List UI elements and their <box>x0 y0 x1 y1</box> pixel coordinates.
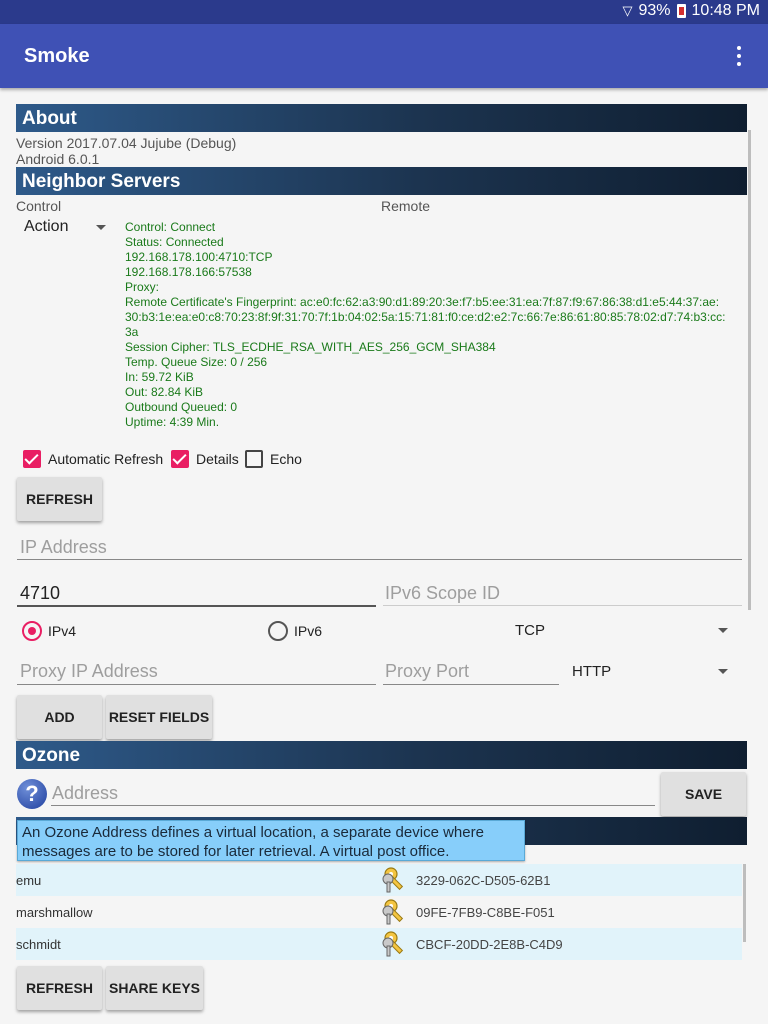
port-input[interactable]: 4710 <box>20 583 60 604</box>
ozone-refresh-button[interactable]: REFRESH <box>17 966 102 1010</box>
automatic-refresh-label: Automatic Refresh <box>48 451 164 467</box>
ipv6-radio[interactable] <box>268 621 288 641</box>
ozone-tooltip: An Ozone Address defines a virtual locat… <box>17 820 525 861</box>
detail-line: 30:b3:1e:ea:e0:c8:70:23:8f:9f:31:70:7f:1… <box>125 310 726 324</box>
chevron-down-icon <box>96 225 106 230</box>
android-version-text: Android 6.0.1 <box>16 151 100 167</box>
transport-value: TCP <box>515 622 545 639</box>
detail-line: Outbound Queued: 0 <box>125 400 238 414</box>
ozone-name: marshmallow <box>16 905 93 920</box>
list-item[interactable]: emu 3229-062C-D505-62B1 <box>16 864 742 896</box>
proxy-port-underline <box>383 684 559 685</box>
app-bar: Smoke <box>0 24 768 88</box>
ozone-key: 09FE-7FB9-C8BE-F051 <box>416 905 555 920</box>
reset-fields-button[interactable]: RESET FIELDS <box>106 695 212 739</box>
keys-icon <box>382 931 404 957</box>
version-text: Version 2017.07.04 Jujube (Debug) <box>16 135 237 151</box>
ozone-list-scrollbar[interactable] <box>743 864 746 942</box>
echo-label: Echo <box>270 451 302 467</box>
ip-address-underline <box>17 559 742 560</box>
detail-line: Temp. Queue Size: 0 / 256 <box>125 355 268 369</box>
keys-icon <box>382 899 404 925</box>
help-icon[interactable]: ? <box>17 779 47 809</box>
add-button[interactable]: ADD <box>17 695 102 739</box>
details-checkbox[interactable] <box>171 450 189 468</box>
ip-address-input[interactable]: IP Address <box>20 537 107 558</box>
detail-line: Uptime: 4:39 Min. <box>125 415 220 429</box>
ozone-address-underline <box>51 805 655 806</box>
detail-line: Session Cipher: TLS_ECDHE_RSA_WITH_AES_2… <box>125 340 496 354</box>
ozone-name: emu <box>16 873 42 888</box>
share-keys-button[interactable]: SHARE KEYS <box>106 966 203 1010</box>
ipv6-scope-input[interactable]: IPv6 Scope ID <box>385 583 500 604</box>
port-underline <box>17 605 376 607</box>
action-spinner[interactable]: Action <box>24 217 114 239</box>
detail-line: Remote Certificate's Fingerprint: ac:e0:… <box>125 295 720 309</box>
ipv4-radio[interactable] <box>22 621 42 641</box>
proxy-port-input[interactable]: Proxy Port <box>385 661 469 682</box>
neighbor-servers-header: Neighbor Servers <box>16 167 747 195</box>
list-item[interactable]: schmidt CBCF-20DD-2E8B-C4D9 <box>16 928 742 960</box>
control-column-label: Control <box>16 198 62 214</box>
list-item[interactable]: marshmallow 09FE-7FB9-C8BE-F051 <box>16 896 742 928</box>
detail-line: 3a <box>125 325 139 339</box>
chevron-down-icon <box>718 669 728 674</box>
keys-icon <box>382 867 404 893</box>
detail-line: In: 59.72 KiB <box>125 370 194 384</box>
proxy-ip-underline <box>17 684 376 685</box>
ipv4-label: IPv4 <box>48 623 77 639</box>
battery-percent: 93% <box>638 2 671 19</box>
automatic-refresh-checkbox[interactable] <box>23 450 41 468</box>
details-label: Details <box>196 451 239 467</box>
overflow-menu-icon[interactable] <box>730 46 746 68</box>
detail-line: Control: Connect <box>125 220 216 234</box>
ipv6-scope-underline <box>383 605 742 606</box>
ozone-address-input[interactable]: Address <box>52 783 118 804</box>
battery-icon <box>676 4 686 18</box>
wifi-icon: ▽ <box>622 3 633 18</box>
detail-line: 192.168.178.100:4710:TCP <box>125 250 273 264</box>
about-header: About <box>16 104 747 132</box>
echo-checkbox[interactable] <box>245 450 263 468</box>
proxy-type-spinner[interactable]: HTTP <box>568 661 735 683</box>
ozone-name: schmidt <box>16 937 61 952</box>
ozone-header: Ozone <box>16 741 747 769</box>
ozone-key: CBCF-20DD-2E8B-C4D9 <box>416 937 563 952</box>
detail-line: Proxy: <box>125 280 160 294</box>
detail-line: Status: Connected <box>125 235 224 249</box>
detail-line: Out: 82.84 KiB <box>125 385 204 399</box>
ipv6-label: IPv6 <box>294 623 323 639</box>
action-spinner-label: Action <box>24 218 69 235</box>
proxy-ip-input[interactable]: Proxy IP Address <box>20 661 158 682</box>
detail-line: 192.168.178.166:57538 <box>125 265 252 279</box>
refresh-neighbors-button[interactable]: REFRESH <box>17 477 102 521</box>
clock: 10:48 PM <box>691 2 760 19</box>
transport-spinner[interactable]: TCP <box>510 620 735 642</box>
neighbor-details: Control: Connect Status: Connected 192.1… <box>125 220 750 430</box>
proxy-type-value: HTTP <box>572 663 612 680</box>
app-title: Smoke <box>24 45 90 67</box>
ozone-key: 3229-062C-D505-62B1 <box>416 873 551 888</box>
chevron-down-icon <box>718 628 728 633</box>
remote-column-label: Remote <box>381 198 431 214</box>
save-button[interactable]: SAVE <box>661 772 746 816</box>
status-bar: ▽ 93% 10:48 PM <box>0 0 768 24</box>
